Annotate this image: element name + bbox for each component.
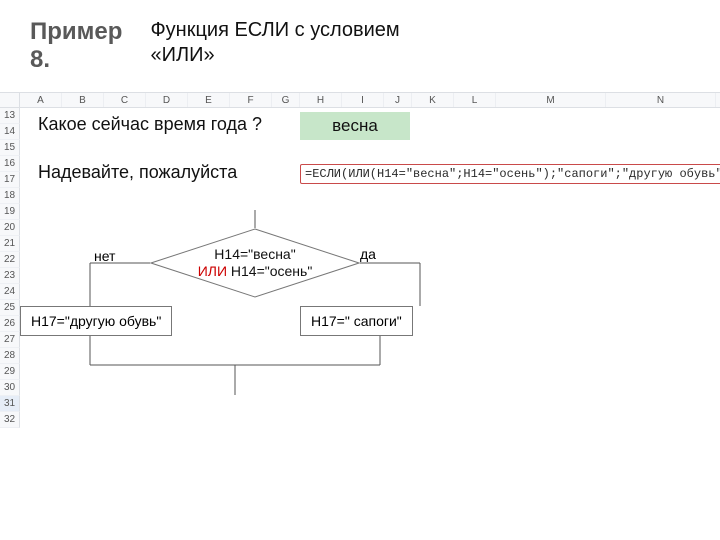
col-header-d[interactable]: D bbox=[146, 93, 188, 107]
condition-line1: H14="весна" bbox=[214, 246, 295, 263]
branch-yes-label: да bbox=[360, 246, 376, 262]
col-header-m[interactable]: M bbox=[496, 93, 606, 107]
col-header-a[interactable]: A bbox=[20, 93, 62, 107]
row-header-19[interactable]: 19 bbox=[0, 204, 20, 220]
col-header-h[interactable]: H bbox=[300, 93, 342, 107]
row-header-14[interactable]: 14 bbox=[0, 124, 20, 140]
row-header-26[interactable]: 26 bbox=[0, 316, 20, 332]
row-header-17[interactable]: 17 bbox=[0, 172, 20, 188]
flowchart: H14="весна" ИЛИ H14="осень" нет да H17="… bbox=[20, 210, 480, 410]
col-header-b[interactable]: B bbox=[62, 93, 104, 107]
col-header-f[interactable]: F bbox=[230, 93, 272, 107]
col-header-i[interactable]: I bbox=[342, 93, 384, 107]
row-header-31[interactable]: 31 bbox=[0, 396, 20, 412]
col-header-k[interactable]: K bbox=[412, 93, 454, 107]
formula-box: =ЕСЛИ(ИЛИ(H14="весна";H14="осень");"сапо… bbox=[300, 164, 720, 184]
row-header-24[interactable]: 24 bbox=[0, 284, 20, 300]
column-headers: ABCDEFGHIJKLMNO bbox=[0, 92, 720, 108]
decision-diamond: H14="весна" ИЛИ H14="осень" bbox=[150, 228, 360, 298]
row-header-20[interactable]: 20 bbox=[0, 220, 20, 236]
answer-value[interactable]: весна bbox=[300, 116, 410, 136]
spreadsheet: ABCDEFGHIJKLMNO Какое сейчас время года … bbox=[0, 92, 720, 108]
row-header-28[interactable]: 28 bbox=[0, 348, 20, 364]
example-number: Пример 8. bbox=[30, 18, 140, 73]
question-text: Какое сейчас время года ? bbox=[38, 114, 262, 135]
row-header-27[interactable]: 27 bbox=[0, 332, 20, 348]
col-header-g[interactable]: G bbox=[272, 93, 300, 107]
branch-no-label: нет bbox=[94, 248, 115, 264]
row-header-23[interactable]: 23 bbox=[0, 268, 20, 284]
row-header-21[interactable]: 21 bbox=[0, 236, 20, 252]
row-header-15[interactable]: 15 bbox=[0, 140, 20, 156]
row-header-29[interactable]: 29 bbox=[0, 364, 20, 380]
row-header-25[interactable]: 25 bbox=[0, 300, 20, 316]
slide-subtitle: Функция ЕСЛИ с условием «ИЛИ» bbox=[150, 18, 410, 68]
row-header-13[interactable]: 13 bbox=[0, 108, 20, 124]
col-header-n[interactable]: N bbox=[606, 93, 716, 107]
col-header-o[interactable]: O bbox=[716, 93, 720, 107]
col-header-l[interactable]: L bbox=[454, 93, 496, 107]
col-header-c[interactable]: C bbox=[104, 93, 146, 107]
col-header-j[interactable]: J bbox=[384, 93, 412, 107]
row-header-32[interactable]: 32 bbox=[0, 412, 20, 428]
row-header-30[interactable]: 30 bbox=[0, 380, 20, 396]
row-header-18[interactable]: 18 bbox=[0, 188, 20, 204]
prompt-text: Надевайте, пожалуйста bbox=[38, 162, 237, 183]
col-header-e[interactable]: E bbox=[188, 93, 230, 107]
true-result-box: H17=" сапоги" bbox=[300, 306, 413, 336]
row-header-22[interactable]: 22 bbox=[0, 252, 20, 268]
condition-or: ИЛИ bbox=[198, 263, 227, 279]
false-result-box: H17="другую обувь" bbox=[20, 306, 172, 336]
condition-line2: H14="осень" bbox=[227, 263, 312, 279]
row-header-16[interactable]: 16 bbox=[0, 156, 20, 172]
